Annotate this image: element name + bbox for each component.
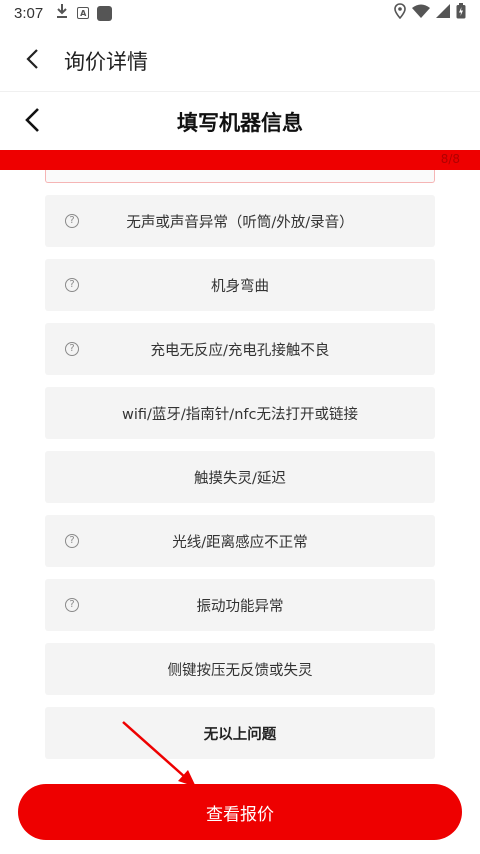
- page-title: 询价详情: [64, 49, 148, 74]
- help-icon[interactable]: ?: [65, 598, 79, 612]
- progress-text: 8/8: [440, 152, 460, 166]
- option-label: 侧键按压无反馈或失灵: [167, 662, 313, 679]
- square-icon: [97, 5, 113, 21]
- view-quote-label: 查看报价: [206, 804, 274, 825]
- option-label: 无以上问题: [203, 726, 277, 743]
- help-icon[interactable]: ?: [65, 342, 79, 356]
- option-label: 触摸失灵/延迟: [194, 470, 286, 487]
- options-list: ? 无声或声音异常（听筒/外放/录音） ? 机身弯曲 ? 充电无反应/充电孔接触…: [45, 195, 435, 771]
- app-header: 询价详情: [0, 30, 480, 92]
- option-sound-abnormal[interactable]: ? 无声或声音异常（听筒/外放/录音）: [45, 195, 435, 247]
- help-icon[interactable]: ?: [65, 214, 79, 228]
- form-back-button[interactable]: [8, 94, 56, 150]
- chevron-left-icon: [24, 107, 40, 137]
- wifi-icon: [412, 4, 430, 22]
- option-label: 无声或声音异常（听筒/外放/录音）: [126, 214, 354, 231]
- option-label: wifi/蓝牙/指南针/nfc无法打开或链接: [122, 406, 358, 423]
- help-icon[interactable]: ?: [65, 534, 79, 548]
- progress-bar: 8/8: [0, 150, 480, 170]
- option-label: 振动功能异常: [196, 598, 284, 615]
- form-title: 填写机器信息: [177, 111, 303, 135]
- option-charging-issue[interactable]: ? 充电无反应/充电孔接触不良: [45, 323, 435, 375]
- status-bar: 3:07 A: [0, 0, 480, 26]
- option-vibration-issue[interactable]: ? 振动功能异常: [45, 579, 435, 631]
- form-header: 填写机器信息: [0, 94, 480, 150]
- option-side-key-issue[interactable]: 侧键按压无反馈或失灵: [45, 643, 435, 695]
- a-box-icon: A: [77, 7, 90, 19]
- option-body-bent[interactable]: ? 机身弯曲: [45, 259, 435, 311]
- option-touch-issue[interactable]: 触摸失灵/延迟: [45, 451, 435, 503]
- option-label: 充电无反应/充电孔接触不良: [150, 342, 330, 359]
- download-icon: [55, 3, 69, 23]
- option-label: 机身弯曲: [211, 278, 269, 295]
- help-icon[interactable]: ?: [65, 278, 79, 292]
- status-right: [394, 3, 466, 23]
- option-none-of-above[interactable]: 无以上问题: [45, 707, 435, 759]
- status-left: 3:07 A: [14, 3, 113, 23]
- previous-item-partial: [45, 170, 435, 183]
- option-wireless-issue[interactable]: wifi/蓝牙/指南针/nfc无法打开或链接: [45, 387, 435, 439]
- battery-icon: [456, 3, 466, 23]
- view-quote-button[interactable]: 查看报价: [18, 784, 462, 840]
- signal-icon: [436, 4, 450, 22]
- app-back-button[interactable]: [0, 30, 64, 92]
- chevron-left-icon: [25, 48, 39, 74]
- status-time: 3:07: [14, 4, 44, 22]
- option-label: 光线/距离感应不正常: [172, 534, 308, 551]
- location-icon: [394, 3, 406, 23]
- option-sensor-issue[interactable]: ? 光线/距离感应不正常: [45, 515, 435, 567]
